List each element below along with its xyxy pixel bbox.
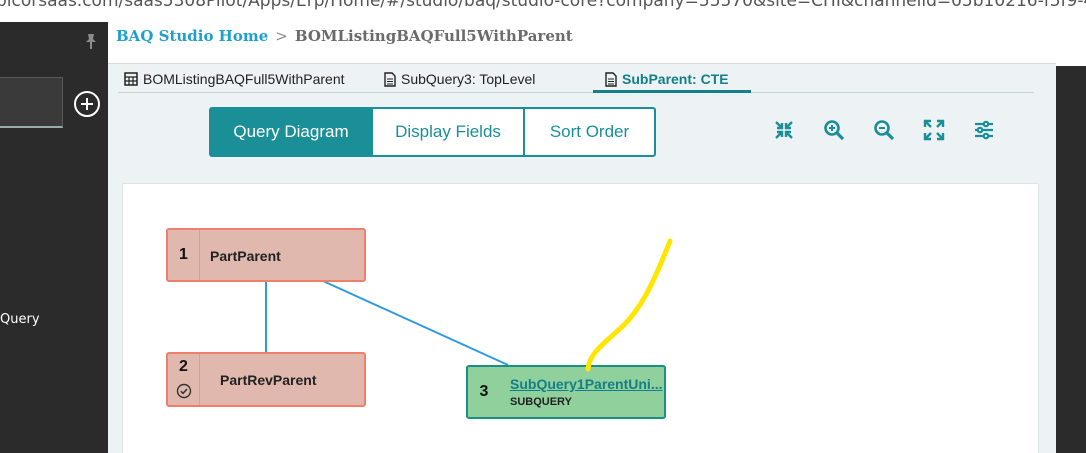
document-icon	[384, 71, 396, 87]
expand-icon[interactable]	[922, 118, 946, 142]
tab-bomlisting[interactable]: BOMListingBAQFull5WithParent	[124, 68, 345, 90]
zoom-out-icon[interactable]	[872, 118, 896, 142]
sidebar-item-query[interactable]: Query	[0, 312, 40, 327]
query-diagram-button[interactable]: Query Diagram	[209, 107, 373, 157]
tab-strip-divider	[118, 92, 1034, 93]
settings-sliders-icon[interactable]	[972, 118, 996, 142]
collapse-icon[interactable]	[772, 118, 796, 142]
pin-icon[interactable]	[82, 32, 100, 50]
query-designer-panel: BOMListingBAQFull5WithParent SubQuery3: …	[108, 64, 1056, 453]
tab-subparent-cte[interactable]: SubParent: CTE	[605, 68, 729, 90]
table-icon	[124, 72, 138, 86]
browser-url-strip: picorsaas.com/saas5308Pilot/Apps/Erp/Hom…	[0, 0, 1086, 22]
breadcrumb: BAQ Studio Home > BOMListingBAQFull5WithPa…	[116, 27, 573, 45]
left-sidebar: Query	[0, 22, 108, 453]
breadcrumb-home-link[interactable]: BAQ Studio Home	[116, 27, 268, 45]
sort-order-button[interactable]: Sort Order	[523, 107, 656, 157]
breadcrumb-current: BOMListingBAQFull5WithParent	[294, 27, 573, 45]
yellow-highlighter-annotation	[585, 238, 673, 372]
active-tab-indicator	[593, 90, 751, 93]
tab-label: BOMListingBAQFull5WithParent	[143, 71, 345, 87]
annotation-stroke	[585, 238, 673, 372]
sidebar-search-input[interactable]	[0, 77, 63, 128]
breadcrumb-separator: >	[275, 27, 288, 45]
tab-label: SubParent: CTE	[622, 71, 729, 87]
display-fields-button[interactable]: Display Fields	[371, 107, 525, 157]
right-panel-edge	[1056, 66, 1086, 453]
add-icon[interactable]	[74, 91, 100, 117]
tab-label: SubQuery3: TopLevel	[401, 71, 536, 87]
query-diagram-canvas[interactable]: 1 PartParent 2 PartRevParent 3 SubQuery1…	[122, 183, 1039, 453]
url-text: picorsaas.com/saas5308Pilot/Apps/Erp/Hom…	[0, 0, 1086, 11]
document-icon	[605, 71, 617, 87]
zoom-in-icon[interactable]	[822, 118, 846, 142]
tab-subquery3[interactable]: SubQuery3: TopLevel	[384, 68, 535, 90]
